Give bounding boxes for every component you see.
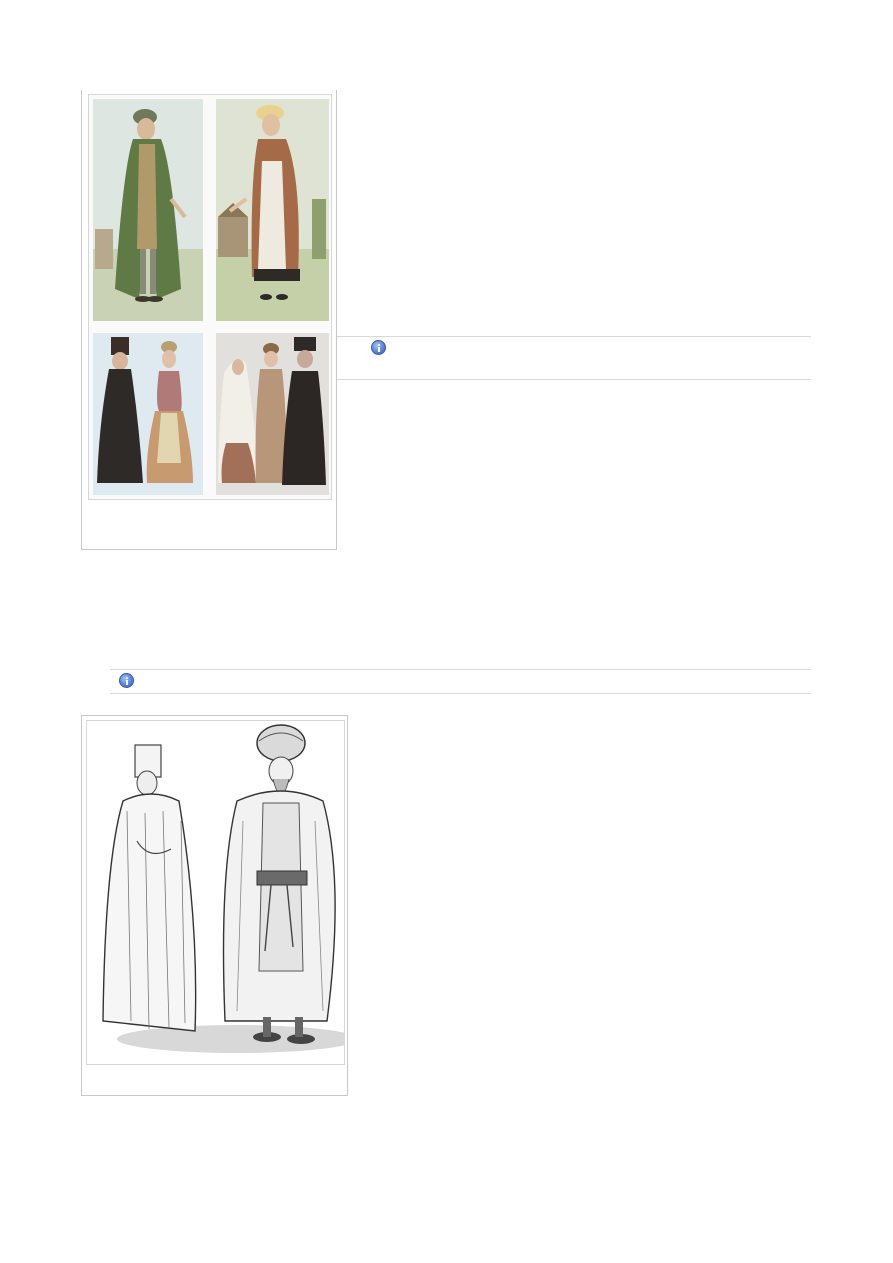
panel-group-three xyxy=(216,333,329,495)
info-icon[interactable] xyxy=(119,673,134,688)
info-icon[interactable] xyxy=(371,340,386,355)
image-info-bar xyxy=(110,669,811,694)
figure-2-frame xyxy=(81,715,348,1096)
panel-two-figures-engraving xyxy=(87,721,344,1064)
figure-1-image[interactable] xyxy=(88,94,332,500)
figure-2-image[interactable] xyxy=(86,720,345,1065)
panel-couple xyxy=(93,333,203,495)
panel-woman-brown-coat xyxy=(216,99,329,321)
figure-1-frame xyxy=(81,90,337,550)
panel-man-green-coat xyxy=(93,99,203,321)
image-info-bar xyxy=(337,336,811,380)
